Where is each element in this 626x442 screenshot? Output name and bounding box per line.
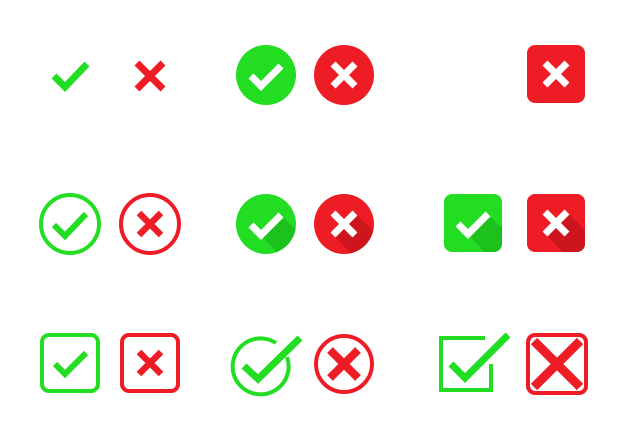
outline-square-cross-icon [120, 333, 180, 393]
rounded-square-cross-icon [527, 45, 585, 103]
plain-check-icon [49, 54, 91, 96]
overflow-square-cross-icon [526, 333, 588, 395]
outline-circle-check-icon [38, 192, 102, 256]
long-shadow-circle-cross-icon [314, 194, 374, 254]
long-shadow-square-check-icon [444, 194, 502, 252]
overflow-circle-check-icon [230, 333, 303, 397]
outline-square-check-icon [40, 333, 100, 393]
outline-circle-cross-icon [118, 192, 182, 256]
filled-circle-cross-icon [314, 45, 374, 105]
overflow-square-check-icon [437, 330, 511, 394]
long-shadow-square-cross-icon [527, 194, 585, 252]
filled-circle-check-icon [236, 45, 296, 105]
long-shadow-circle-check-icon [236, 194, 296, 254]
plain-cross-icon [132, 58, 168, 94]
overflow-circle-cross-icon [313, 333, 375, 395]
